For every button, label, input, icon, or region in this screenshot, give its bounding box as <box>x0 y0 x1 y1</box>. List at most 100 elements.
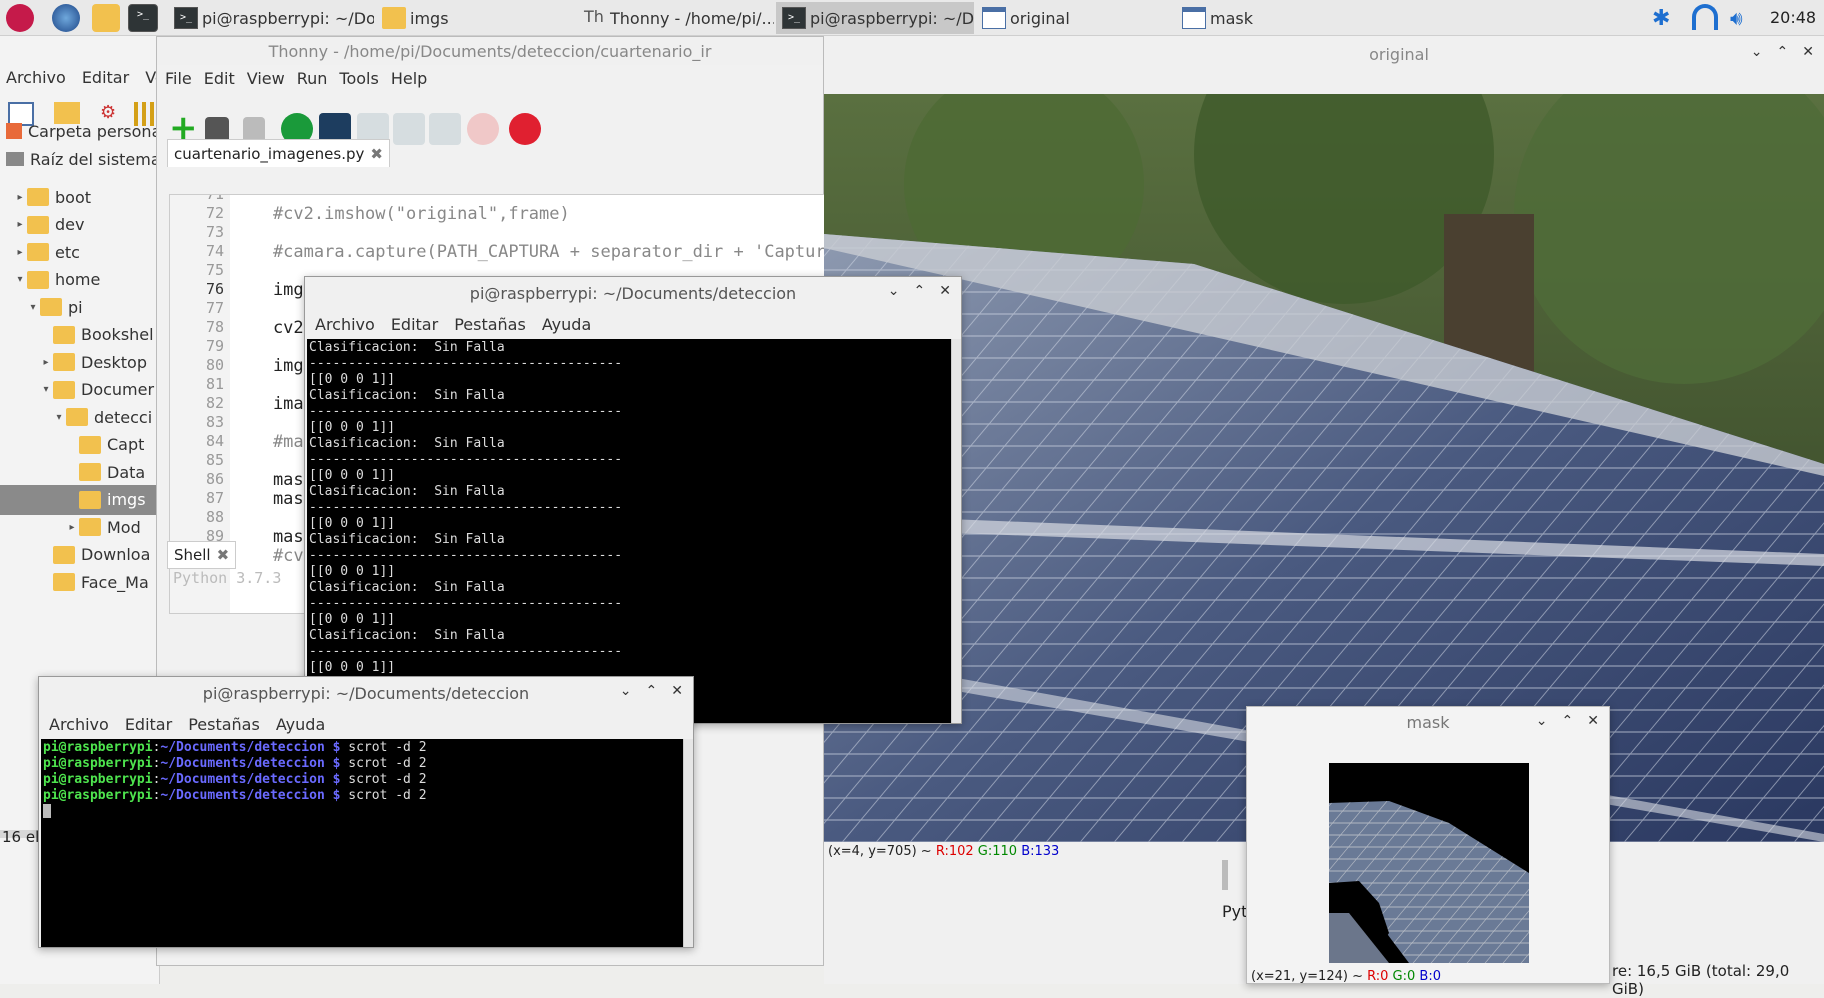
terminal-scrollbar[interactable] <box>951 339 961 723</box>
tree-item[interactable]: Bookshel <box>0 320 160 350</box>
terminal-launcher-icon[interactable]: >_ <box>128 4 158 32</box>
task-label: original <box>1010 8 1070 28</box>
maximize-icon[interactable]: ⌃ <box>1777 44 1789 60</box>
menu-editar[interactable]: Editar <box>82 68 129 87</box>
editor-tab[interactable]: cuartenario_imagenes.py ✖ <box>167 139 390 167</box>
tree-item[interactable]: Capt <box>0 430 160 460</box>
stop-icon[interactable] <box>509 113 541 145</box>
minimize-icon[interactable]: ⌄ <box>888 283 900 299</box>
terminal-screen[interactable]: Clasificacion: Sin Falla ----------------… <box>307 339 951 723</box>
menu-editar[interactable]: Editar <box>125 715 172 734</box>
tree-item[interactable]: ▾ pi <box>0 292 160 322</box>
step-out-icon[interactable] <box>429 113 461 145</box>
task-mask[interactable]: mask <box>1176 2 1376 34</box>
maximize-icon[interactable]: ⌃ <box>1562 713 1574 729</box>
close-icon[interactable]: ✕ <box>671 683 683 699</box>
menu-tools[interactable]: Tools <box>339 69 378 88</box>
original-titlebar[interactable]: original ⌄ ⌃ ✕ <box>824 36 1824 72</box>
window-icon <box>982 7 1006 29</box>
window-buttons: ⌄ ⌃ ✕ <box>1751 44 1814 60</box>
minimize-icon[interactable]: ⌄ <box>620 683 632 699</box>
tree-item[interactable]: Face_Ma <box>0 567 160 597</box>
maximize-icon[interactable]: ⌃ <box>646 683 658 699</box>
menu-run[interactable]: Run <box>297 69 328 88</box>
file-manager-icon[interactable] <box>92 4 120 32</box>
tree-item[interactable]: ▸ dev <box>0 210 160 240</box>
tree-item[interactable]: ▸ Desktop <box>0 347 160 377</box>
close-icon[interactable]: ✕ <box>1587 713 1599 729</box>
window-buttons: ⌄ ⌃ ✕ <box>888 283 951 299</box>
terminal-screen[interactable]: pi@raspberrypi:~/Documents/deteccion $ s… <box>41 739 683 947</box>
menu-view[interactable]: View <box>247 69 285 88</box>
terminal-line: Clasificacion: Sin Falla <box>309 484 505 499</box>
tree-item[interactable]: ▾ home <box>0 265 160 295</box>
prompt-command: scrot -d 2 <box>348 756 427 771</box>
raspberry-menu-icon[interactable] <box>6 4 34 32</box>
menu-edit[interactable]: Edit <box>204 69 235 88</box>
terminal-icon: >_ <box>782 7 806 29</box>
terminal-line: ---------------------------------------- <box>309 356 623 371</box>
bluetooth-icon[interactable]: ✱ <box>1652 6 1670 31</box>
task-terminal-2[interactable]: >_ pi@raspberrypi: ~/Do... <box>776 2 974 34</box>
task-original[interactable]: original <box>976 2 1174 34</box>
menu-archivo[interactable]: Archivo <box>315 315 375 334</box>
menu-archivo[interactable]: Archivo <box>6 68 66 87</box>
expand-arrow-icon[interactable]: ▾ <box>52 412 66 423</box>
close-icon[interactable]: ✕ <box>939 283 951 299</box>
maximize-icon[interactable]: ⌃ <box>914 283 926 299</box>
step-into-icon[interactable] <box>393 113 425 145</box>
expand-arrow-icon[interactable]: ▾ <box>13 274 27 285</box>
terminal-titlebar[interactable]: pi@raspberrypi: ~/Documents/deteccion ⌄ … <box>39 677 693 709</box>
close-tab-icon[interactable]: ✖ <box>370 145 383 163</box>
expand-arrow-icon[interactable]: ▸ <box>13 247 27 258</box>
terminal-titlebar[interactable]: pi@raspberrypi: ~/Documents/deteccion ⌄ … <box>305 277 961 309</box>
close-icon[interactable]: ✕ <box>1802 44 1814 60</box>
volume-icon[interactable]: 🔊︎ <box>1730 6 1743 30</box>
folder-icon <box>79 463 101 481</box>
terminal-scrollbar[interactable] <box>683 739 693 947</box>
expand-arrow-icon[interactable]: ▾ <box>26 302 40 313</box>
tree-item[interactable]: ▾ Documer <box>0 375 160 405</box>
task-thonny[interactable]: Th Thonny - /home/pi/... <box>576 2 774 34</box>
minimize-icon[interactable]: ⌄ <box>1751 44 1763 60</box>
expand-arrow-icon[interactable]: ▸ <box>65 522 79 533</box>
task-imgs[interactable]: imgs <box>376 2 570 34</box>
scrollbar[interactable] <box>1222 860 1228 890</box>
place-home[interactable]: Carpeta personal <box>0 116 166 146</box>
mask-image[interactable] <box>1329 763 1529 963</box>
tree-item[interactable]: imgs <box>0 484 160 515</box>
mask-titlebar[interactable]: mask ⌄ ⌃ ✕ <box>1247 707 1609 737</box>
expand-arrow-icon[interactable]: ▾ <box>39 384 53 395</box>
menu-pestanas[interactable]: Pestañas <box>188 715 260 734</box>
menu-archivo[interactable]: Archivo <box>49 715 109 734</box>
expand-arrow-icon[interactable]: ▸ <box>13 219 27 230</box>
minimize-icon[interactable]: ⌄ <box>1536 713 1548 729</box>
terminal-line: ---------------------------------------- <box>309 500 623 515</box>
place-root[interactable]: Raíz del sistema <box>0 144 161 174</box>
clock[interactable]: 20:48 <box>1770 8 1816 27</box>
browser-icon[interactable] <box>52 4 80 32</box>
thonny-titlebar[interactable]: Thonny - /home/pi/Documents/deteccion/cu… <box>157 37 823 65</box>
tree-item[interactable]: ▸ Mod <box>0 512 160 542</box>
menu-editar[interactable]: Editar <box>391 315 438 334</box>
menu-ayuda[interactable]: Ayuda <box>276 715 325 734</box>
tree-item[interactable]: Downloa <box>0 540 160 570</box>
prompt-line: pi@raspberrypi:~/Documents/deteccion $ s… <box>43 772 681 788</box>
close-tab-icon[interactable]: ✖ <box>217 546 230 564</box>
menu-help[interactable]: Help <box>391 69 427 88</box>
prompt-line: pi@raspberrypi:~/Documents/deteccion $ s… <box>43 756 681 772</box>
tree-item[interactable]: ▸ boot <box>0 182 160 212</box>
expand-arrow-icon[interactable]: ▸ <box>13 192 27 203</box>
expand-arrow-icon[interactable]: ▸ <box>39 357 53 368</box>
terminal-line: [[0 0 0 1]] <box>309 420 396 435</box>
wifi-icon[interactable] <box>1692 4 1718 30</box>
menu-pestanas[interactable]: Pestañas <box>454 315 526 334</box>
tree-item[interactable]: Data <box>0 457 160 487</box>
menu-ayuda[interactable]: Ayuda <box>542 315 591 334</box>
task-terminal-1[interactable]: >_ pi@raspberrypi: ~/Do... <box>168 2 374 34</box>
tree-item[interactable]: ▾ detecci <box>0 402 160 432</box>
tree-item[interactable]: ▸ etc <box>0 237 160 267</box>
resume-icon[interactable] <box>467 113 499 145</box>
shell-tab[interactable]: Shell ✖ <box>167 541 237 569</box>
menu-file[interactable]: File <box>165 69 192 88</box>
